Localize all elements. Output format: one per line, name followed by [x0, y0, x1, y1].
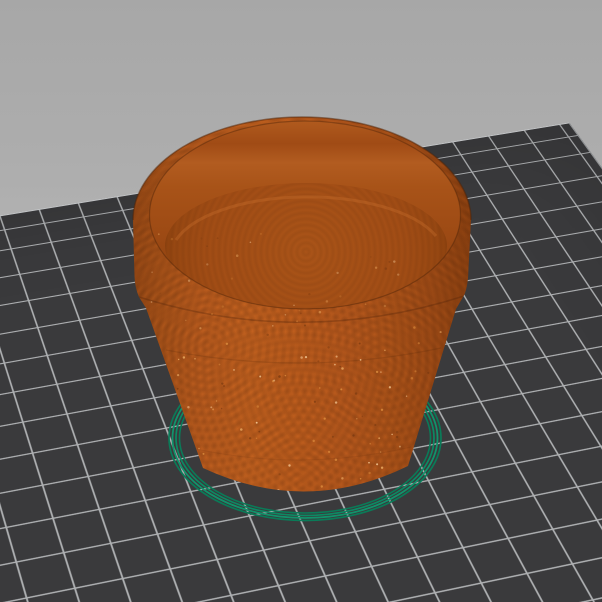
model-layer — [0, 0, 602, 602]
model-flower-pot[interactable] — [133, 117, 471, 506]
slicer-3d-viewport[interactable] — [0, 0, 602, 602]
pot-interior — [150, 121, 461, 309]
